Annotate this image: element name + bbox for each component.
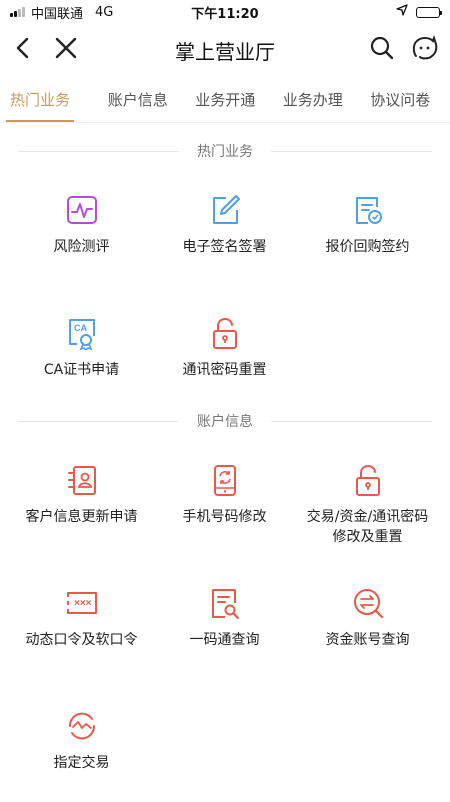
hot-grid: 风险测评 电子签名签署 报价回购签约 CA CA证书申请 通讯密码重置	[0, 163, 450, 409]
exchange-search-icon	[351, 586, 385, 620]
svg-text:CA: CA	[74, 323, 87, 333]
section-title-hot: 热门业务	[197, 144, 253, 160]
tab-bar: 热门业务 账户信息 业务开通 业务办理 协议问卷	[0, 76, 450, 123]
grid-item-label: 客户信息更新申请	[25, 509, 138, 525]
grid-item-label: 交易/资金/通讯密码修改及重置	[306, 509, 429, 545]
grid-item-label: 指定交易	[53, 755, 110, 771]
grid-item-label: 通讯密码重置	[182, 362, 267, 378]
pen-signature-icon	[208, 193, 242, 227]
grid-item-password-modify[interactable]: 交易/资金/通讯密码修改及重置	[296, 433, 439, 556]
grid-item-label: 风险测评	[53, 239, 110, 255]
grid-item-label: 报价回购签约	[325, 239, 410, 255]
certificate-icon: CA	[65, 316, 99, 350]
section-title-account: 账户信息	[197, 414, 253, 430]
grid-item-ca-certificate[interactable]: CA CA证书申请	[10, 286, 153, 409]
search-icon[interactable]	[368, 34, 396, 66]
doc-search-icon	[208, 586, 242, 620]
account-grid: 客户信息更新申请 手机号码修改 交易/资金/通讯密码修改及重置 ××× 动态口令…	[0, 433, 450, 802]
customer-service-icon[interactable]	[410, 34, 440, 66]
password-box-icon: ×××	[65, 586, 99, 620]
grid-item-label: CA证书申请	[43, 362, 120, 378]
phone-icon	[208, 463, 242, 497]
grid-item-customer-info-update[interactable]: 客户信息更新申请	[10, 433, 153, 556]
section-header-account: 账户信息	[18, 411, 432, 431]
grid-item-label: 手机号码修改	[182, 509, 267, 525]
location-arrow-icon	[396, 4, 408, 20]
grid-item-label: 资金账号查询	[325, 632, 410, 648]
tab-account-info[interactable]: 账户信息	[94, 89, 181, 122]
grid-item-comm-password-reset[interactable]: 通讯密码重置	[153, 286, 296, 409]
divider	[271, 150, 432, 152]
tab-agreement-survey[interactable]: 协议问卷	[357, 89, 444, 122]
carrier-label: 中国联通	[31, 6, 84, 22]
grid-item-fund-account-query[interactable]: 资金账号查询	[296, 556, 439, 679]
grid-item-quote-repurchase[interactable]: 报价回购签约	[296, 163, 439, 286]
svg-text:×××: ×××	[74, 598, 92, 609]
profile-card-icon	[65, 463, 99, 497]
nav-bar: 掌上营业厅	[0, 24, 450, 76]
unlock-icon	[351, 463, 385, 497]
close-icon[interactable]	[52, 34, 80, 66]
contract-document-icon	[351, 193, 385, 227]
grid-item-designated-trade[interactable]: 指定交易	[10, 679, 153, 802]
tab-business-open[interactable]: 业务开通	[182, 89, 269, 122]
divider	[18, 150, 179, 152]
grid-item-dynamic-token[interactable]: ××× 动态口令及软口令	[10, 556, 153, 679]
risk-chart-icon	[65, 193, 99, 227]
back-icon[interactable]	[10, 34, 38, 66]
section-header-hot: 热门业务	[18, 141, 432, 161]
signal-icon	[10, 7, 25, 17]
tab-business-handle[interactable]: 业务办理	[269, 89, 356, 122]
divider	[18, 420, 179, 422]
network-label: 4G	[95, 4, 114, 20]
grid-item-label: 电子签名签署	[182, 239, 267, 255]
grid-item-risk-assessment[interactable]: 风险测评	[10, 163, 153, 286]
divider	[271, 420, 432, 422]
unlock-icon	[208, 316, 242, 350]
battery-icon	[416, 6, 442, 18]
trade-icon	[65, 709, 99, 743]
grid-item-one-code-query[interactable]: 一码通查询	[153, 556, 296, 679]
grid-item-phone-change[interactable]: 手机号码修改	[153, 433, 296, 556]
grid-item-label: 动态口令及软口令	[25, 632, 138, 648]
grid-item-e-signature[interactable]: 电子签名签署	[153, 163, 296, 286]
status-bar: 中国联通 4G 下午11:20	[0, 0, 450, 24]
tab-hot-business[interactable]: 热门业务	[6, 89, 75, 122]
grid-item-label: 一码通查询	[189, 632, 260, 648]
